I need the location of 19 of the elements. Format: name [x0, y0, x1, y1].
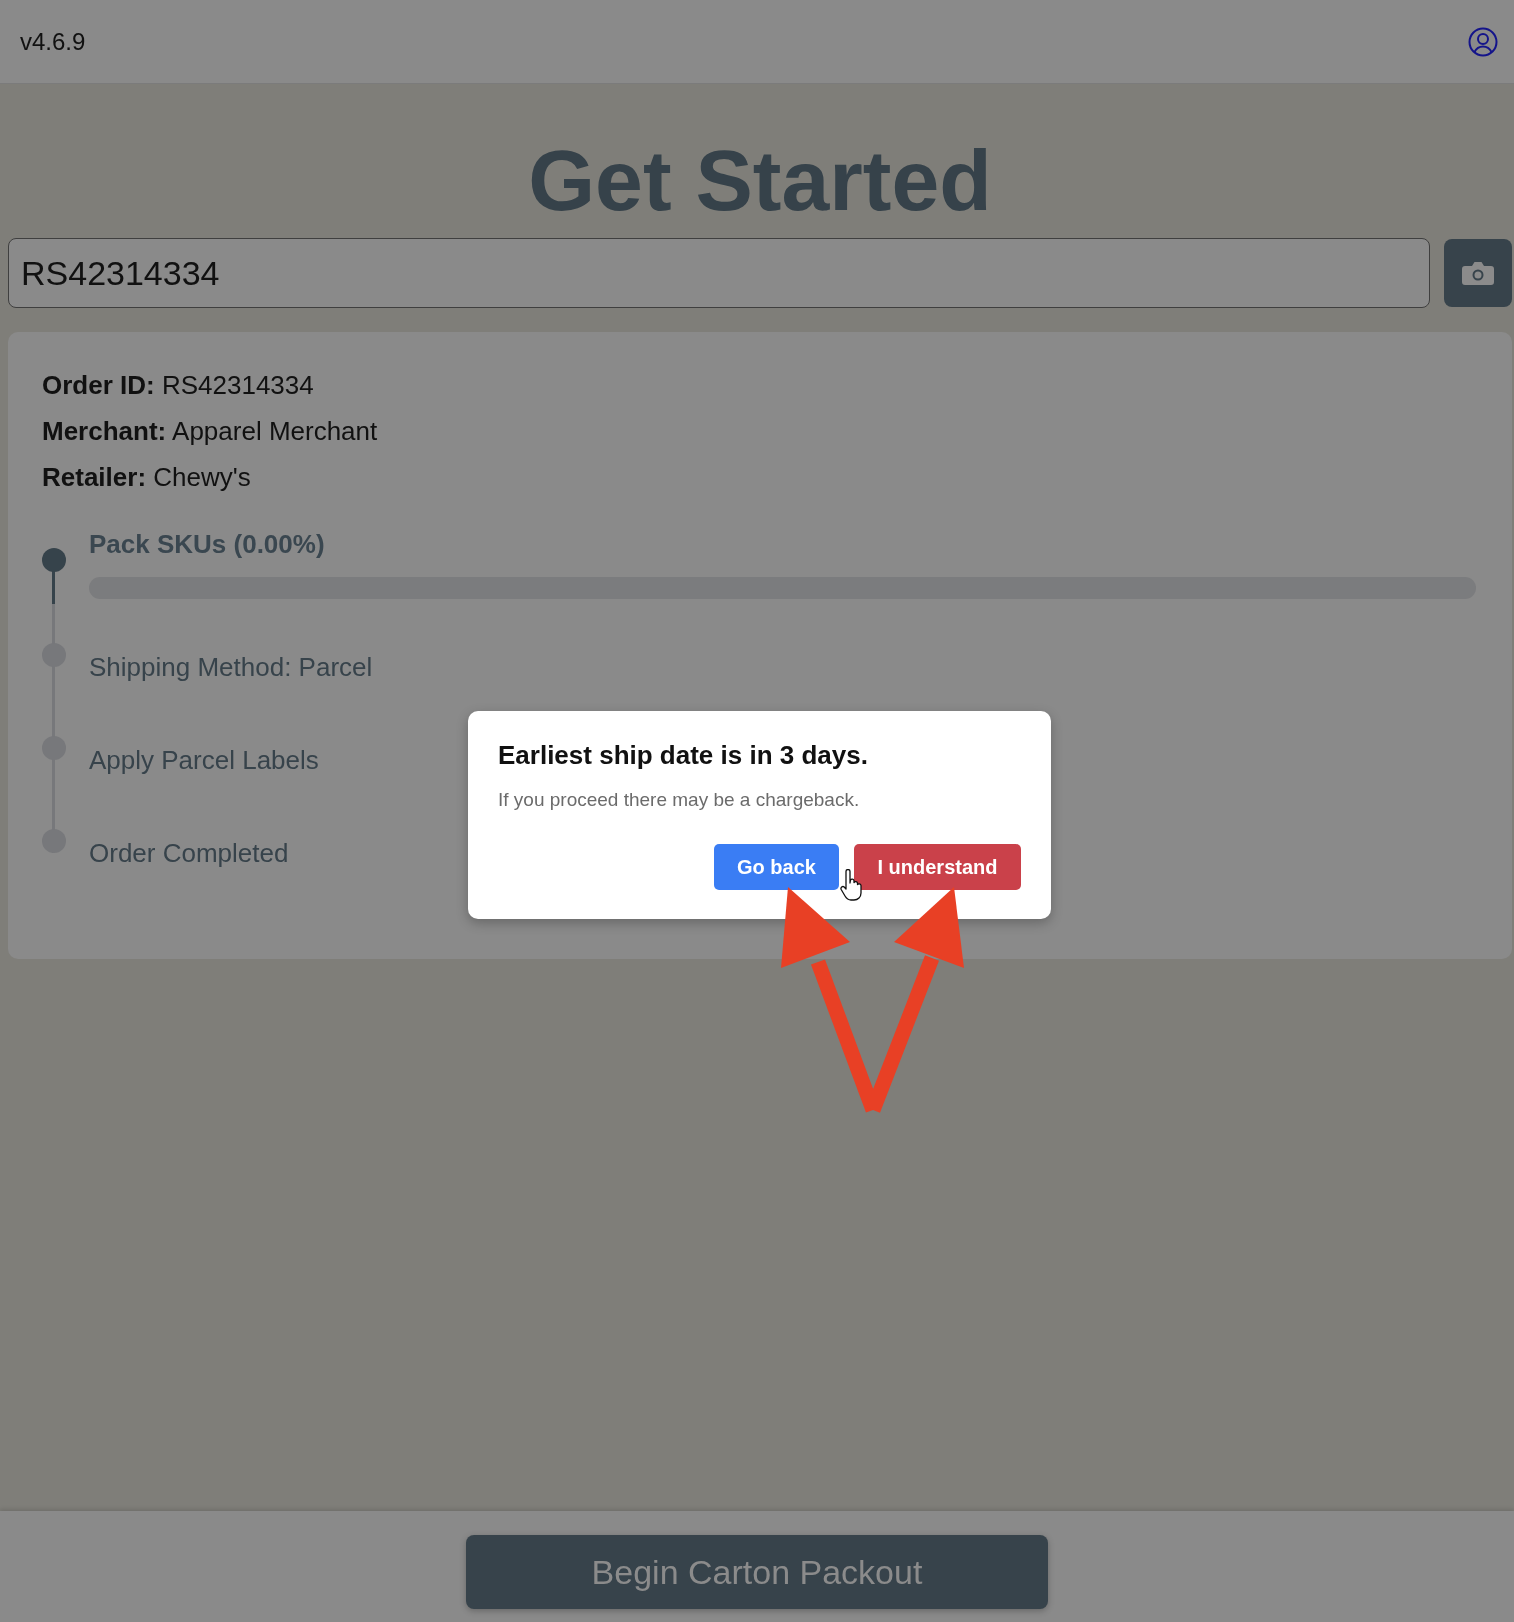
step-label: Order Completed: [89, 837, 289, 870]
version-label: v4.6.9: [20, 26, 86, 57]
camera-icon: [1462, 261, 1494, 285]
dialog-button[interactable]: I understand: [854, 844, 1021, 890]
begin-carton-packout-button[interactable]: Begin Carton Packout: [466, 1535, 1048, 1609]
page-title: Get Started: [528, 131, 992, 230]
dialog-message: If you proceed there may be a chargeback.: [498, 788, 860, 812]
order-detail-line: Merchant: Apparel Merchant: [42, 415, 378, 448]
dialog-title: Earliest ship date is in 3 days.: [498, 739, 868, 772]
step-label: Apply Parcel Labels: [89, 744, 319, 777]
order-search-field[interactable]: RS42314334: [8, 238, 1430, 308]
dialog-button[interactable]: Go back: [714, 844, 839, 890]
order-detail-line: Order ID: RS42314334: [42, 369, 314, 402]
camera-button[interactable]: [1444, 239, 1512, 307]
step-label: Shipping Method: Parcel: [89, 651, 373, 684]
order-detail-line: Retailer: Chewy's: [42, 461, 251, 494]
step-label: Pack SKUs (0.00%): [89, 528, 325, 561]
hand-cursor-icon: [840, 869, 862, 901]
user-account-icon[interactable]: [1468, 26, 1498, 57]
